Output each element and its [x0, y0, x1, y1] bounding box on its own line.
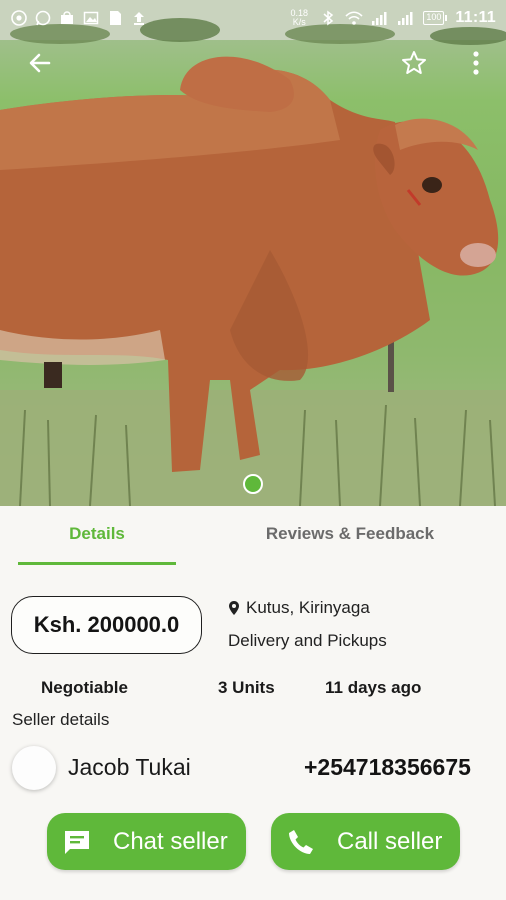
battery-tip — [445, 15, 448, 21]
listing-image[interactable]: 0.18 K/s 100 11:11 — [0, 0, 506, 506]
back-button[interactable] — [18, 42, 62, 84]
chrome-icon — [10, 9, 28, 27]
signal-icon — [371, 9, 389, 27]
wifi-icon — [345, 9, 363, 27]
phone-icon — [281, 822, 321, 862]
star-outline-icon — [402, 51, 426, 74]
delivery-text: Delivery and Pickups — [228, 631, 387, 650]
seller-phone[interactable]: +254718356675 — [304, 754, 471, 781]
status-system-icons: 0.18 K/s 100 11:11 — [287, 9, 496, 27]
chat-icon — [57, 822, 97, 862]
posted-time-label: 11 days ago — [325, 678, 422, 697]
more-options-button[interactable] — [454, 42, 498, 84]
arrow-left-icon — [29, 53, 51, 73]
status-notification-icons — [10, 9, 148, 27]
image-pager-indicator — [243, 474, 263, 494]
call-seller-label: Call seller — [337, 827, 443, 855]
units-label: 3 Units — [218, 678, 275, 697]
tab-details[interactable]: Details — [18, 524, 176, 564]
battery-indicator: 100 — [423, 11, 448, 25]
favorite-button[interactable] — [392, 42, 436, 84]
detail-tabs: Details Reviews & Feedback — [0, 506, 506, 570]
bluetooth-icon — [319, 9, 337, 27]
location-row: Kutus, Kirinyaga — [228, 598, 370, 618]
price-badge: Ksh. 200000.0 — [11, 596, 202, 654]
location-pin-icon — [229, 601, 239, 615]
call-seller-button[interactable]: Call seller — [271, 813, 460, 870]
status-clock: 11:11 — [455, 9, 496, 26]
chat-seller-label: Chat seller — [113, 827, 228, 855]
seller-avatar[interactable] — [12, 746, 56, 790]
tab-reviews-feedback[interactable]: Reviews & Feedback — [250, 524, 450, 564]
more-vertical-icon — [473, 51, 479, 75]
seller-details-heading: Seller details — [12, 710, 110, 729]
seller-name: Jacob Tukai — [68, 754, 191, 780]
active-tab-indicator — [18, 562, 176, 565]
network-speed: 0.18 K/s — [287, 9, 311, 27]
whatsapp-icon — [34, 9, 52, 27]
negotiable-label: Negotiable — [41, 678, 128, 697]
signal-icon — [397, 9, 415, 27]
location-text: Kutus, Kirinyaga — [246, 598, 370, 617]
status-bar: 0.18 K/s 100 11:11 — [0, 0, 506, 36]
upload-icon — [130, 9, 148, 27]
app-toolbar — [0, 42, 506, 84]
gallery-icon — [82, 9, 100, 27]
network-speed-unit: K/s — [292, 17, 306, 27]
chat-seller-button[interactable]: Chat seller — [47, 813, 246, 870]
shop-icon — [58, 9, 76, 27]
battery-level: 100 — [423, 11, 445, 25]
sim-icon — [106, 9, 124, 27]
